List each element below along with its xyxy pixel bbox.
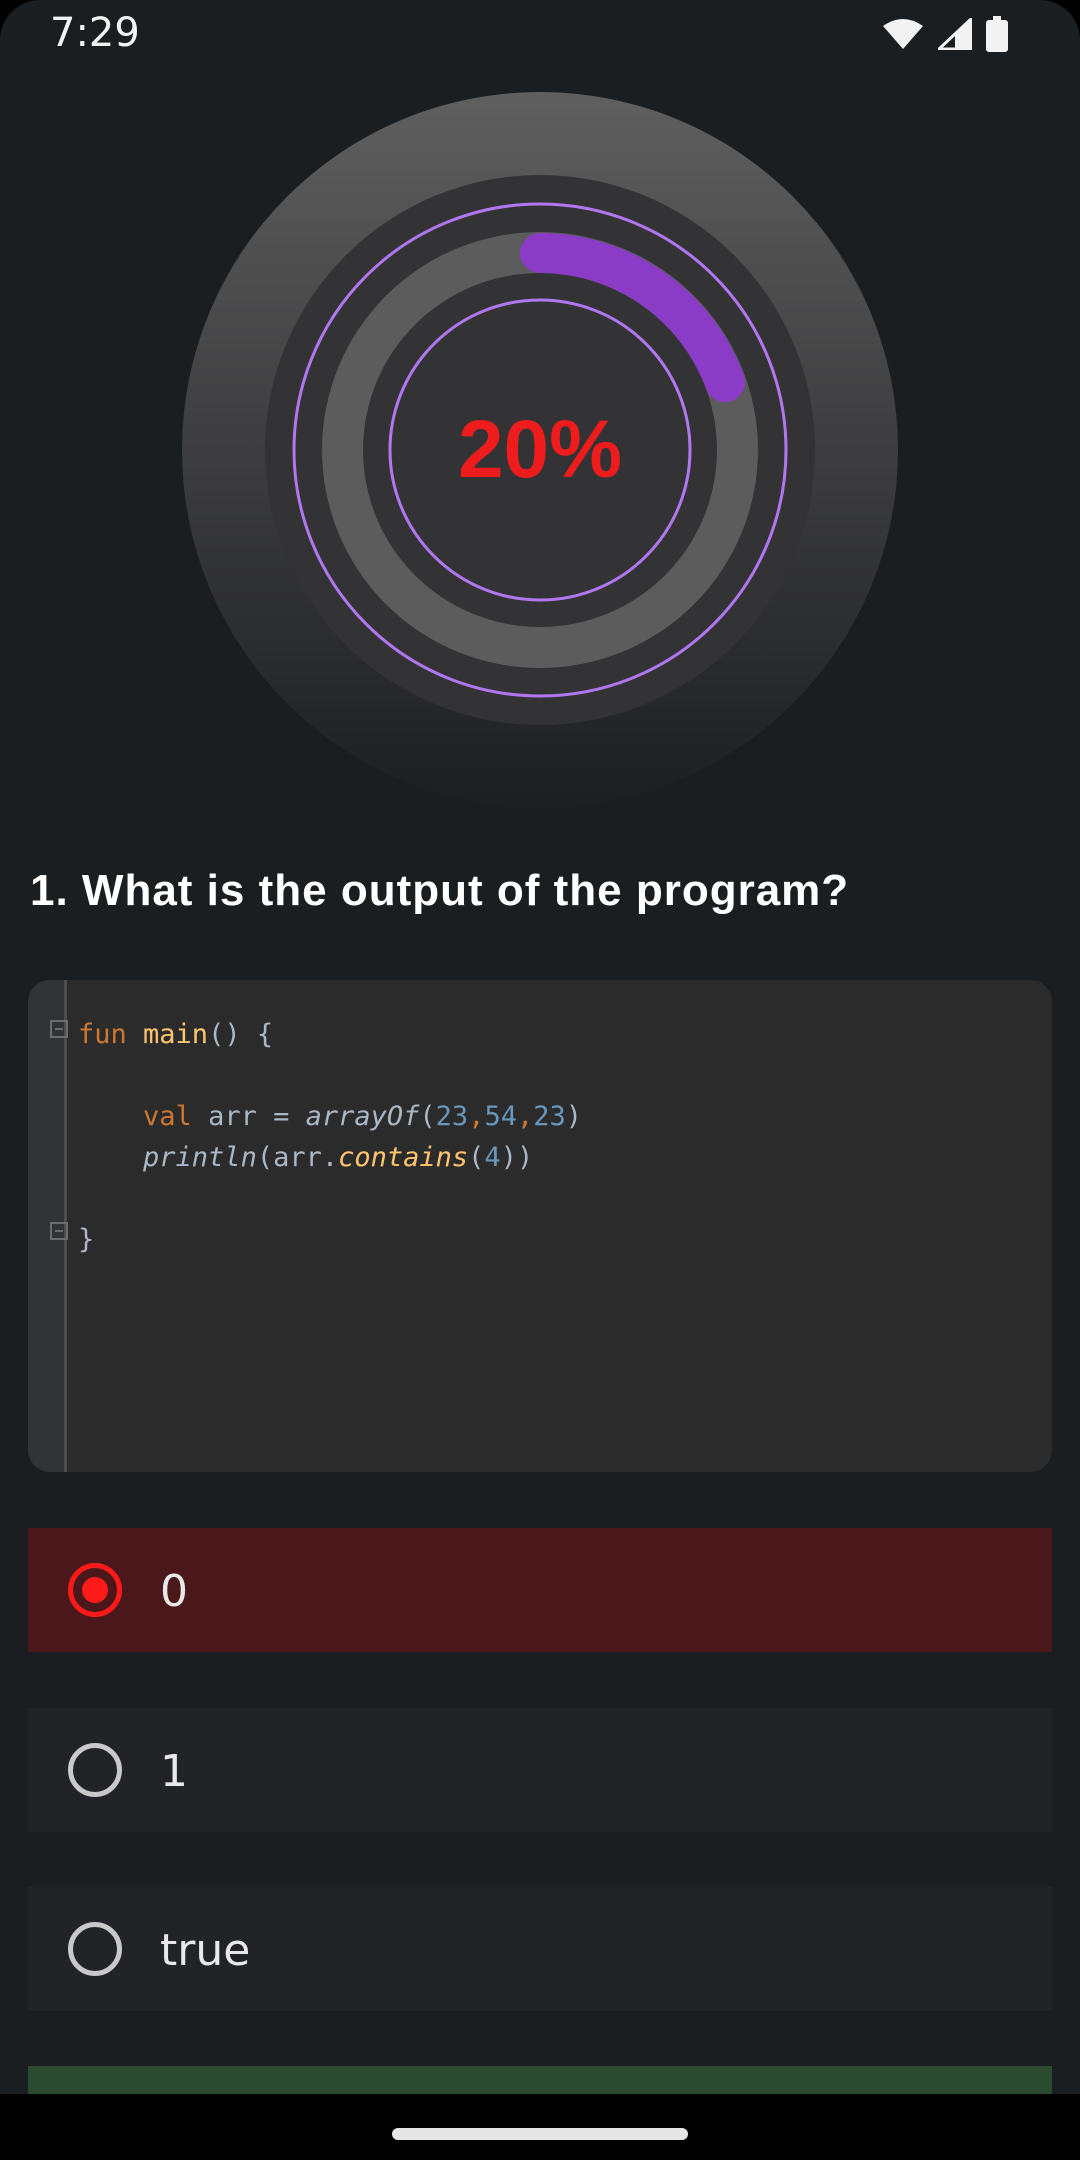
- screen-corner: [0, 0, 40, 40]
- progress-percentage: 20%: [457, 404, 623, 495]
- fold-close-icon: [50, 1222, 68, 1240]
- navigation-bar: [0, 2094, 1080, 2160]
- option-0[interactable]: 0: [28, 1528, 1052, 1652]
- code-line-4: println(arr.contains(4)): [143, 1142, 534, 1173]
- wifi-icon: [883, 19, 923, 49]
- status-icons: [882, 16, 1008, 52]
- option-label: 0: [160, 1566, 188, 1617]
- code-line-6: }: [78, 1224, 95, 1255]
- code-snippet: fun main() { val arr = arrayOf(23,54,23)…: [28, 980, 1052, 1472]
- option-label: 1: [160, 1746, 188, 1797]
- option-label: true: [160, 1925, 251, 1976]
- radio-unselected-icon[interactable]: [68, 1922, 122, 1976]
- screen-corner: [1040, 0, 1080, 40]
- question-title: 1. What is the output of the program?: [30, 866, 850, 915]
- progress-ring: 20%: [182, 92, 898, 808]
- radio-selected-icon[interactable]: [68, 1563, 122, 1617]
- quiz-screen: 7:29 20% 1. What is the output of the pr…: [0, 0, 1080, 2160]
- home-gesture-handle[interactable]: [392, 2128, 688, 2140]
- option-1[interactable]: 1: [28, 1708, 1052, 1832]
- fold-open-icon: [50, 1020, 68, 1038]
- status-bar: 7:29: [0, 0, 1080, 70]
- radio-unselected-icon[interactable]: [68, 1743, 122, 1797]
- battery-icon: [986, 16, 1008, 52]
- signal-icon: [938, 18, 972, 50]
- code-line-1: fun main() {: [78, 1019, 274, 1050]
- code-text: fun main() { val arr = arrayOf(23,54,23)…: [78, 1014, 582, 1260]
- status-time: 7:29: [50, 10, 140, 56]
- code-line-3: val arr = arrayOf(23,54,23): [143, 1101, 583, 1132]
- option-2[interactable]: true: [28, 1887, 1052, 2011]
